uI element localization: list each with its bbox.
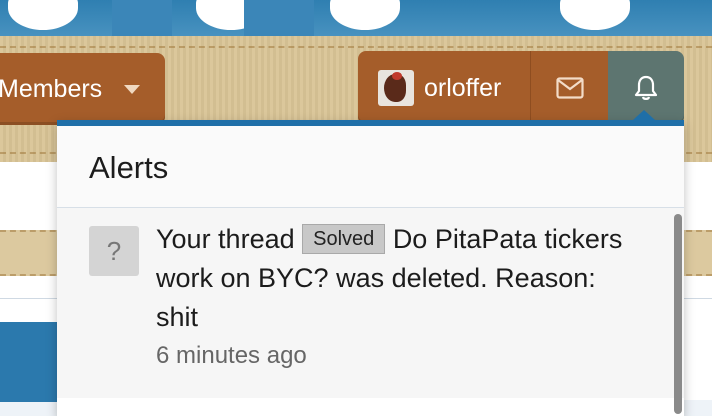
alerts-header: Alerts: [57, 126, 684, 208]
members-menu-button[interactable]: Members: [0, 53, 165, 125]
banner-barn-graphic: [244, 0, 314, 40]
chicken-comb-graphic: [392, 72, 402, 80]
sidebar-block: [0, 322, 60, 402]
stitch-line: [0, 46, 712, 48]
alerts-scrollbar[interactable]: [674, 214, 682, 414]
username: orloffer: [424, 73, 502, 102]
alert-item[interactable]: ? Your thread Solved Do PitaPata tickers…: [57, 208, 684, 398]
solved-badge: Solved: [302, 224, 386, 254]
bell-icon: [634, 75, 658, 100]
alert-text-before: Your thread: [156, 224, 295, 254]
banner-barn-graphic: [112, 0, 172, 40]
user-account-button[interactable]: orloffer: [358, 51, 530, 125]
alert-timestamp: 6 minutes ago: [156, 342, 307, 369]
dropdown-pointer: [633, 110, 655, 120]
unknown-user-icon: ?: [89, 226, 139, 276]
chevron-down-icon: [124, 84, 141, 94]
avatar: [378, 70, 414, 106]
alert-text[interactable]: Your thread Solved Do PitaPata tickers w…: [156, 220, 636, 375]
inbox-button[interactable]: [530, 51, 609, 125]
members-label: Members: [0, 74, 103, 103]
envelope-icon: [556, 77, 584, 99]
alerts-dropdown: Alerts ? Your thread Solved Do PitaPata …: [57, 110, 684, 416]
